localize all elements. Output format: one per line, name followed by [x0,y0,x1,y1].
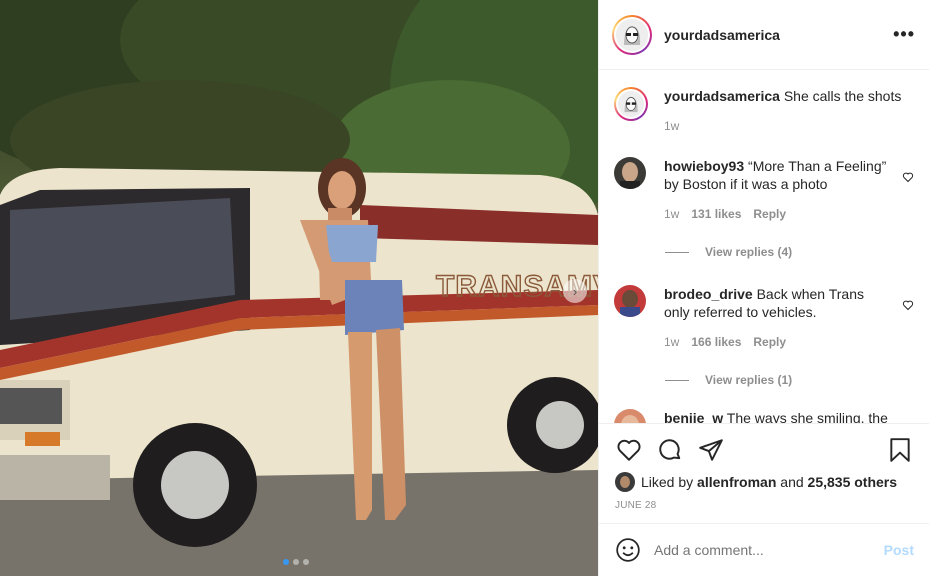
view-replies-button[interactable]: View replies (4) [665,245,914,259]
save-button[interactable] [886,436,914,464]
comment-text: The ways she smiling, the [726,410,888,423]
avatar[interactable] [612,14,652,55]
caption-username[interactable]: yourdadsamerica [664,88,780,104]
view-replies-label: View replies (1) [705,373,793,387]
liked-by-and: and [780,474,804,490]
comment-item: brodeo_drive Back when Trans only referr… [614,285,914,351]
heart-icon[interactable] [902,299,914,311]
caption-time[interactable]: 1w [664,117,679,135]
avatar-illustration-icon [618,91,644,117]
reply-button[interactable]: Reply [753,205,786,223]
avatar-photo-icon [614,409,646,423]
comment-username[interactable]: brodeo_drive [664,286,753,302]
comment-time[interactable]: 1w [664,333,679,351]
carousel-dot [303,559,309,565]
avatar[interactable] [614,409,646,423]
heart-icon[interactable] [902,171,914,183]
post-header: yourdadsamerica ••• [599,0,929,70]
likes-summary: Liked by allenfroman and 25,835 others [615,472,914,492]
comment-time[interactable]: 1w [664,205,679,223]
comment-icon [659,439,681,460]
post-details-panel: yourdadsamerica ••• yourdadsamerica She … [598,0,929,576]
like-button[interactable] [615,436,643,464]
comment-username[interactable]: benjie_w [664,410,723,423]
view-replies-button[interactable]: View replies (1) [665,373,914,387]
avatar-photo-icon [614,285,646,317]
reply-button[interactable]: Reply [753,333,786,351]
comment-likes[interactable]: 131 likes [691,205,741,223]
avatar-photo-icon [614,157,646,189]
carousel-indicator [283,559,309,565]
add-comment-bar: Post [599,523,929,576]
post-comment-button[interactable]: Post [884,542,914,558]
post-author-username[interactable]: yourdadsamerica [664,27,780,43]
share-button[interactable] [697,436,725,464]
liked-by-others[interactable]: 25,835 others [808,474,898,490]
comments-list: yourdadsamerica She calls the shots 1w h… [599,71,929,423]
avatar[interactable] [614,285,646,317]
emoji-icon[interactable] [615,537,641,563]
comment-item: benjie_w The ways she smiling, the [614,409,914,423]
comment-likes[interactable]: 166 likes [691,333,741,351]
chevron-right-icon: › [572,283,578,299]
carousel-dot [283,559,289,565]
avatar[interactable] [615,472,635,492]
caption: yourdadsamerica She calls the shots 1w [614,71,914,135]
liked-by-user[interactable]: allenfroman [697,474,776,490]
heart-icon [617,439,641,461]
post-photo[interactable]: TRANSAMVAN › [0,0,598,576]
comment-item: howieboy93 “More Than a Feeling” by Bost… [614,157,914,223]
avatar[interactable] [614,87,648,121]
share-icon [699,439,723,461]
post-actions: Liked by allenfroman and 25,835 others J… [599,423,929,523]
liked-by-prefix: Liked by [641,474,694,490]
avatar-illustration-icon [616,18,648,51]
view-replies-label: View replies (4) [705,245,793,259]
more-icon[interactable]: ••• [893,24,915,45]
caption-text: She calls the shots [783,88,902,104]
next-photo-button[interactable]: › [563,279,587,303]
comment-username[interactable]: howieboy93 [664,158,744,174]
avatar[interactable] [614,157,646,189]
bookmark-icon [890,438,910,462]
post-date[interactable]: JUNE 28 [615,500,914,511]
avatar-photo-icon [615,472,635,492]
van-photo-illustration: TRANSAMVAN [0,0,598,576]
comment-button[interactable] [656,436,684,464]
comment-input[interactable] [654,542,884,558]
carousel-dot [293,559,299,565]
